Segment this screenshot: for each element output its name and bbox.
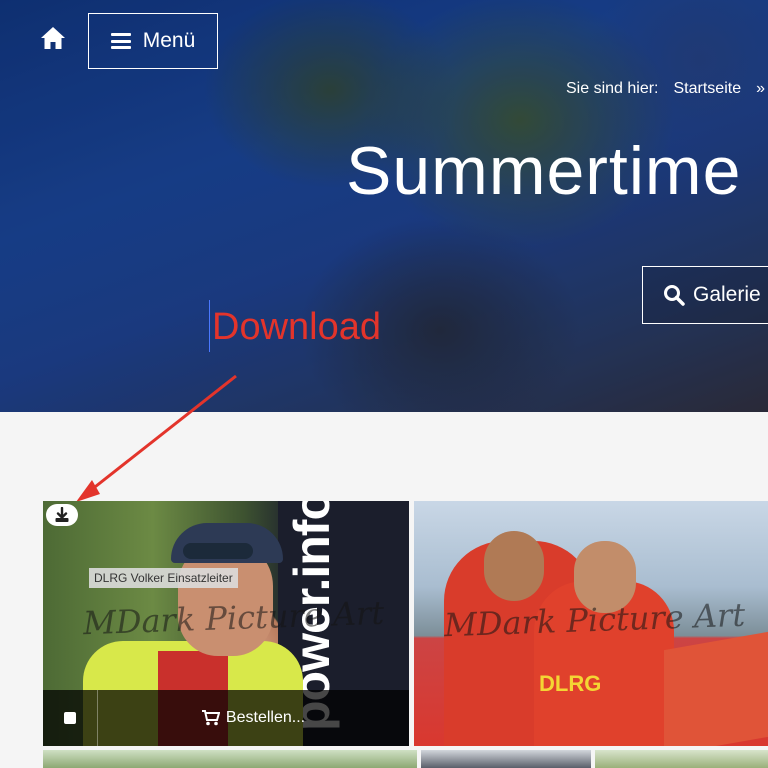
cart-icon bbox=[201, 710, 220, 726]
download-icon bbox=[55, 507, 69, 522]
gallery-button-label: Galerie bbox=[693, 283, 761, 306]
gallery-search-button[interactable]: Galerie bbox=[642, 266, 768, 324]
search-icon bbox=[664, 285, 685, 306]
gallery-tile[interactable]: power.info DLRG Volker Einsatzleiter MDa… bbox=[43, 501, 409, 746]
breadcrumb-home-link[interactable]: Startseite bbox=[674, 80, 742, 98]
gallery-tile[interactable] bbox=[421, 750, 591, 768]
tile-photo-boat bbox=[664, 631, 768, 746]
text-cursor bbox=[209, 300, 210, 352]
download-button[interactable] bbox=[46, 504, 78, 526]
select-checkbox[interactable] bbox=[43, 690, 98, 746]
menu-label: Menü bbox=[142, 29, 196, 52]
breadcrumb-label: Sie sind hier: bbox=[566, 80, 659, 97]
breadcrumb: Sie sind hier: Startseite » bbox=[566, 80, 765, 98]
gallery-tile[interactable]: DLRG MDark Picture Art bbox=[414, 501, 768, 746]
hero-section: Menü Sie sind hier: Startseite » Summert… bbox=[0, 0, 768, 412]
home-icon[interactable] bbox=[40, 26, 66, 50]
tile-action-bar: Bestellen... bbox=[43, 690, 409, 746]
photo-caption-tag: DLRG Volker Einsatzleiter bbox=[89, 568, 238, 588]
gallery-tile[interactable] bbox=[43, 750, 417, 768]
order-button-label: Bestellen... bbox=[225, 709, 306, 726]
shirt-text: DLRG bbox=[539, 671, 602, 696]
download-annotation: Download bbox=[212, 306, 381, 348]
page-title: Summertime bbox=[346, 133, 742, 209]
hamburger-icon bbox=[110, 33, 131, 49]
menu-button[interactable]: Menü bbox=[88, 13, 218, 69]
breadcrumb-separator: » bbox=[756, 80, 765, 97]
tile-photo-glasses bbox=[183, 543, 253, 559]
tile-photo-head bbox=[484, 531, 544, 601]
gallery-tile[interactable] bbox=[595, 750, 768, 768]
order-button[interactable]: Bestellen... bbox=[98, 690, 409, 746]
